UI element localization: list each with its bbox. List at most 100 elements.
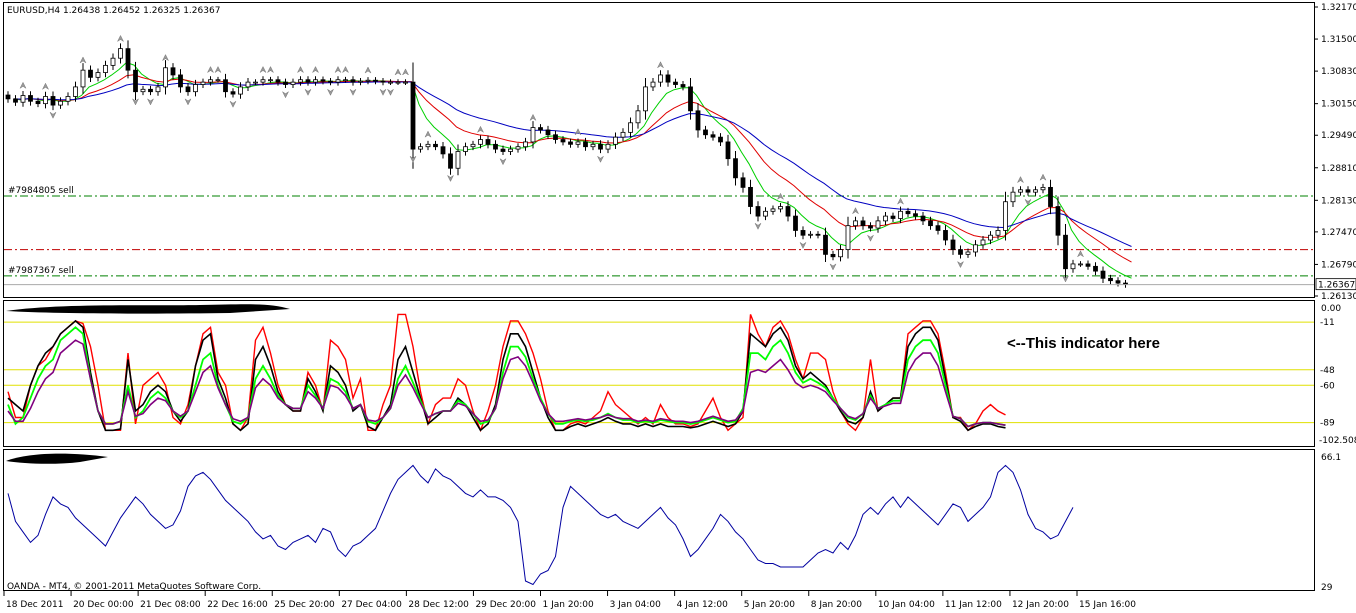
candle (875, 220, 881, 229)
candle (620, 131, 626, 138)
candle (260, 79, 266, 83)
candle (763, 210, 768, 217)
candle (898, 210, 903, 219)
candle (163, 67, 168, 88)
x-tick-label: 8 Jan 20:00 (811, 600, 863, 610)
candle (485, 139, 491, 145)
candle (1018, 189, 1023, 193)
candle (973, 244, 978, 253)
candle (830, 253, 836, 258)
candle (380, 80, 386, 83)
candle (1063, 234, 1068, 270)
candle (1040, 186, 1046, 191)
candle (980, 239, 986, 246)
candle (1115, 280, 1121, 284)
annotation-label: <--This indicator here (1007, 335, 1160, 352)
candle (890, 215, 896, 219)
candle (395, 81, 401, 84)
candle (808, 233, 813, 236)
candle (883, 215, 888, 222)
candle (590, 143, 596, 148)
candle (133, 69, 138, 93)
candle (995, 230, 1001, 236)
candle (920, 215, 926, 222)
candle (253, 81, 258, 84)
y-tick-label: 1.31500 (1321, 35, 1356, 45)
candle (538, 127, 543, 131)
candle (695, 110, 701, 131)
candle (125, 48, 131, 71)
candle (1085, 263, 1091, 267)
x-tick-label: 21 Dec 08:00 (140, 600, 201, 610)
y-tick-label: 1.27470 (1321, 228, 1356, 238)
x-tick-label: 5 Jan 20:00 (744, 600, 796, 610)
candle (43, 96, 48, 105)
candle (148, 88, 153, 93)
candle (418, 146, 423, 150)
candle (770, 208, 776, 212)
candle (703, 129, 708, 136)
x-tick-label: 10 Jan 04:00 (878, 600, 935, 610)
candle (508, 148, 513, 152)
candle (470, 143, 476, 148)
candle (365, 79, 371, 82)
candle (118, 48, 123, 59)
candle (733, 158, 738, 179)
candle (718, 136, 723, 143)
candle (598, 143, 603, 150)
candle (140, 88, 146, 93)
candle (5, 94, 11, 100)
candle (815, 233, 821, 236)
candle (178, 74, 183, 88)
candle (1093, 265, 1098, 272)
candle (320, 79, 326, 82)
candle (1025, 189, 1031, 193)
candle (73, 86, 78, 97)
x-tick-label: 1 Jan 20:00 (543, 600, 595, 610)
x-tick-label: 22 Dec 16:00 (207, 600, 268, 610)
candle (313, 79, 318, 83)
candle (988, 234, 993, 241)
candle (80, 69, 86, 88)
y-tick-label: 1.32170 (1321, 3, 1356, 13)
candle (328, 80, 333, 83)
candle (410, 81, 416, 150)
candle (13, 98, 18, 103)
candle (1070, 263, 1076, 270)
candle (448, 153, 453, 169)
y-tick-label: 1.26130 (1321, 292, 1356, 302)
candle (725, 141, 731, 160)
candle (913, 213, 918, 217)
candle (170, 67, 176, 76)
candle (493, 143, 498, 150)
candle (35, 100, 41, 105)
candle (530, 127, 536, 143)
candle (1033, 189, 1038, 193)
symbol-header: EURUSD,H4 1.26438 1.26452 1.26325 1.2636… (7, 6, 220, 16)
x-tick-label: 28 Dec 12:00 (408, 600, 469, 610)
candle (1010, 191, 1016, 203)
level-label: -89 (1320, 419, 1335, 429)
candle (478, 139, 483, 145)
y-tick-label: 1.26790 (1321, 260, 1356, 270)
candle (710, 134, 716, 138)
candle (800, 230, 806, 236)
candle (65, 96, 71, 102)
candle (1108, 277, 1113, 282)
candle (560, 139, 566, 143)
candle (928, 220, 933, 227)
candle (1078, 263, 1083, 266)
candle (95, 72, 101, 78)
candle (350, 79, 356, 83)
candle (943, 230, 948, 241)
chart-canvas[interactable]: #7984805 sell#7987367 sell -11-48-60-89 … (0, 0, 1356, 613)
oscillator-bottom-label: 29 (1321, 583, 1333, 593)
candle (440, 146, 446, 155)
candle (680, 84, 686, 88)
candle (643, 86, 648, 112)
x-tick-label: 29 Dec 20:00 (475, 600, 536, 610)
candle (515, 146, 521, 150)
main-panel-frame (3, 2, 1315, 298)
candle (958, 249, 963, 255)
candle (223, 79, 228, 93)
